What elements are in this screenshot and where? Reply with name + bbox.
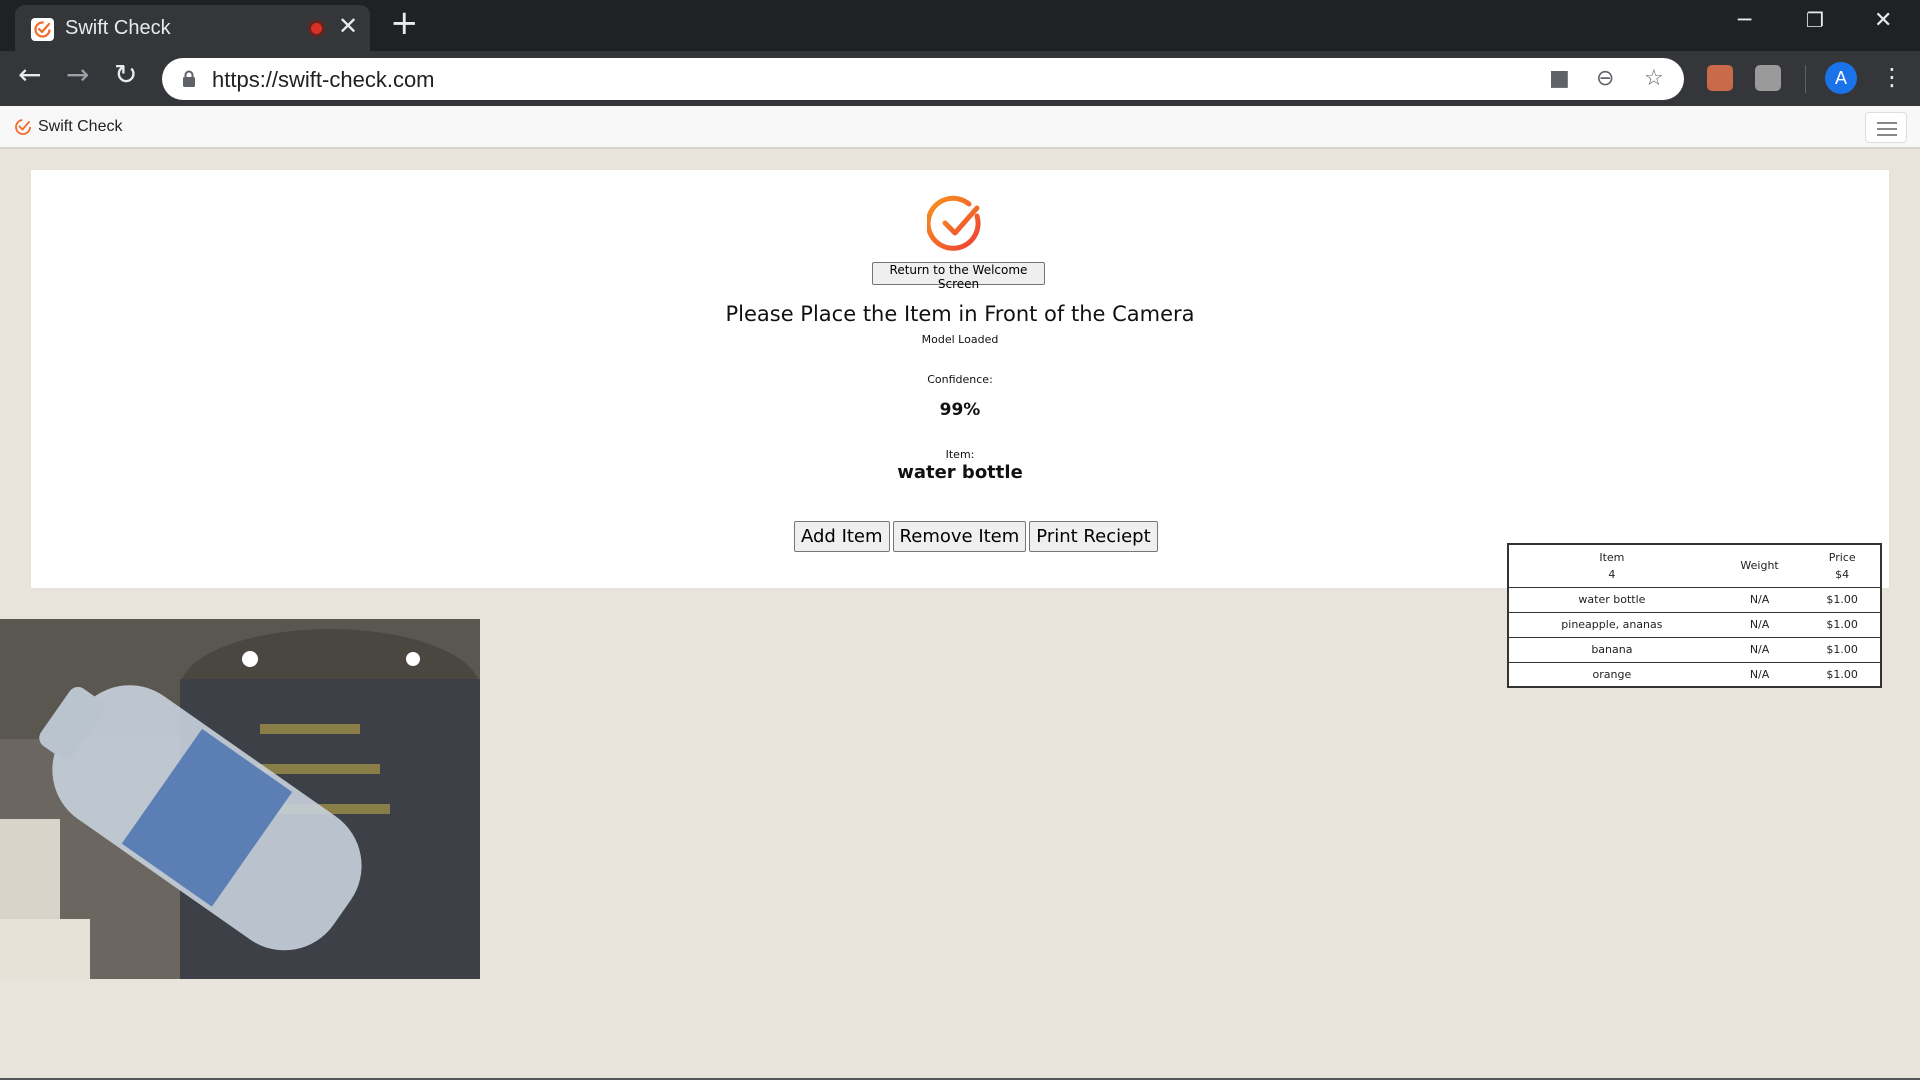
swift-check-large-logo-icon bbox=[927, 195, 981, 251]
confidence-label: Confidence: bbox=[927, 373, 993, 386]
swift-check-logo-icon bbox=[15, 119, 31, 135]
table-row: orange N/A $1.00 bbox=[1508, 661, 1881, 687]
recording-indicator-icon bbox=[308, 20, 325, 37]
row-weight: N/A bbox=[1714, 636, 1805, 662]
lock-icon bbox=[183, 70, 195, 87]
brand-name: Swift Check bbox=[38, 118, 123, 135]
swift-check-favicon-icon bbox=[31, 18, 54, 41]
restore-icon[interactable]: ❐ bbox=[1806, 8, 1824, 32]
item-count: 4 bbox=[1608, 567, 1616, 581]
remove-item-button[interactable]: Remove Item bbox=[892, 521, 1027, 552]
row-item: water bottle bbox=[1508, 586, 1715, 612]
minimize-icon[interactable]: ─ bbox=[1738, 8, 1751, 33]
add-item-button[interactable]: Add Item bbox=[794, 521, 890, 552]
forward-icon[interactable]: → bbox=[66, 61, 89, 89]
header-weight: Weight bbox=[1740, 559, 1779, 573]
confidence-value: 99% bbox=[939, 400, 981, 420]
browser-menu-icon[interactable]: ⋮ bbox=[1880, 63, 1904, 91]
table-row: banana N/A $1.00 bbox=[1508, 636, 1881, 662]
extension-glasses-icon[interactable] bbox=[1707, 65, 1733, 91]
model-status-text: Model Loaded bbox=[921, 333, 999, 346]
address-bar[interactable]: https://swift-check.com ■ ⊖ ☆ bbox=[162, 58, 1684, 100]
row-weight: N/A bbox=[1714, 586, 1805, 612]
close-window-icon[interactable]: ✕ bbox=[1874, 8, 1892, 33]
row-price: $1.00 bbox=[1804, 586, 1881, 612]
price-total: $4 bbox=[1835, 567, 1850, 581]
receipt-table: Item 4 Weight Price $4 water bottle N/A $1… bbox=[1507, 543, 1882, 688]
row-weight: N/A bbox=[1714, 661, 1805, 687]
new-tab-icon[interactable]: + bbox=[390, 6, 419, 40]
profile-avatar[interactable]: A bbox=[1825, 62, 1857, 94]
bookmark-star-icon[interactable]: ☆ bbox=[1644, 66, 1664, 91]
row-price: $1.00 bbox=[1804, 661, 1881, 687]
receipt-header-row: Item 4 Weight Price $4 bbox=[1508, 544, 1881, 587]
camera-in-use-icon[interactable]: ■ bbox=[1549, 66, 1570, 91]
camera-feed bbox=[0, 619, 480, 979]
table-row: water bottle N/A $1.00 bbox=[1508, 586, 1881, 612]
item-label: Item: bbox=[945, 448, 975, 461]
browser-tab-bar: Swift Check ✕ + ─ ❐ ✕ bbox=[0, 0, 1920, 51]
row-price: $1.00 bbox=[1804, 611, 1881, 637]
row-item: pineapple, ananas bbox=[1508, 611, 1715, 637]
row-price: $1.00 bbox=[1804, 636, 1881, 662]
detected-item-value: water bottle bbox=[897, 462, 1023, 483]
reload-icon[interactable]: ↻ bbox=[114, 61, 137, 89]
header-item: Item 4 bbox=[1599, 550, 1625, 581]
brand-link[interactable]: Swift Check bbox=[14, 116, 122, 138]
action-buttons: Add Item Remove Item Print Reciept bbox=[794, 521, 1158, 552]
print-receipt-button[interactable]: Print Reciept bbox=[1029, 521, 1158, 552]
browser-tab[interactable]: Swift Check ✕ bbox=[15, 5, 370, 51]
back-icon[interactable]: ← bbox=[18, 61, 41, 89]
table-row: pineapple, ananas N/A $1.00 bbox=[1508, 611, 1881, 637]
menu-toggle-button[interactable] bbox=[1865, 112, 1907, 143]
tab-close-icon[interactable]: ✕ bbox=[338, 14, 358, 38]
header-price: Price $4 bbox=[1828, 550, 1856, 581]
tab-title: Swift Check bbox=[65, 17, 171, 39]
row-weight: N/A bbox=[1714, 611, 1805, 637]
camera-frame-image bbox=[0, 619, 480, 979]
extension-puzzle-icon[interactable] bbox=[1755, 65, 1781, 91]
app-navbar: Swift Check bbox=[0, 106, 1920, 149]
row-item: orange bbox=[1508, 661, 1715, 687]
url-text: https://swift-check.com bbox=[212, 67, 435, 92]
toolbar-divider bbox=[1805, 65, 1806, 93]
instruction-heading: Please Place the Item in Front of the Ca… bbox=[725, 302, 1195, 326]
row-item: banana bbox=[1508, 636, 1715, 662]
return-to-welcome-button[interactable]: Return to the Welcome Screen bbox=[872, 262, 1045, 291]
zoom-icon[interactable]: ⊖ bbox=[1596, 66, 1614, 91]
browser-toolbar: ← → ↻ https://swift-check.com ■ ⊖ ☆ A ⋮ bbox=[0, 51, 1920, 106]
hamburger-icon bbox=[1877, 122, 1897, 124]
